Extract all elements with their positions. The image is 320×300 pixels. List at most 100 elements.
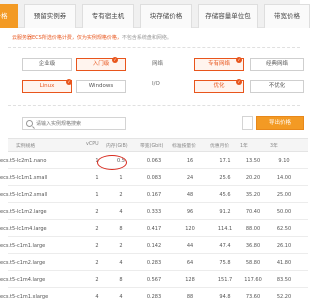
cell-vcpu: 4 (95, 294, 99, 300)
tab-block-storage[interactable]: 块存储价格 (140, 4, 192, 28)
filter-io-unoptimized-button[interactable]: 不优化 (250, 80, 304, 93)
cell-instance-type: ecs.t5-c1m1.xlarge (0, 294, 49, 300)
cell-standard-price: 48 (186, 192, 194, 198)
selected-check-icon: ✓ (236, 57, 242, 63)
cell-bandwidth: 0.333 (146, 209, 162, 215)
cell-bandwidth: 0.417 (146, 226, 162, 232)
cell-standard-price: 24 (186, 175, 194, 181)
header-3-year[interactable]: 3年 (270, 142, 278, 149)
instance-search-input[interactable] (36, 119, 124, 128)
cell-memory: 4 (119, 260, 123, 266)
table-row[interactable]: ecs.t5-c1m1.xlarge 4 4 0.283 88 94.8 73.60 52.2… (0, 289, 308, 300)
cell-bandwidth: 0.142 (146, 243, 162, 249)
cell-1-year: 36.80 (245, 243, 261, 249)
cell-3-year: 41.80 (276, 260, 292, 266)
header-1-year[interactable]: 1年 (240, 142, 248, 149)
cell-bandwidth: 0.283 (146, 260, 162, 266)
header-standard-price[interactable]: 标准按量价 (172, 142, 196, 149)
cell-3-year: 50.00 (276, 209, 292, 215)
table-row[interactable]: ecs.t5-lc1m4.large 2 8 0.417 120 114.1 88.00 62… (0, 221, 308, 237)
header-memory[interactable]: 内存(GiB) (106, 142, 128, 149)
cell-3-year: 9.10 (278, 158, 290, 164)
cell-discount-price: 91.2 (219, 209, 231, 215)
cell-bandwidth: 0.167 (146, 192, 162, 198)
cell-standard-price: 16 (186, 158, 194, 164)
cell-vcpu: 2 (95, 226, 99, 232)
tab-reserved-instance[interactable]: 预留实例券 (24, 4, 76, 28)
cell-discount-price: 17.1 (219, 158, 231, 164)
cell-discount-price: 45.6 (219, 192, 231, 198)
filter-enterprise-button[interactable]: 企业级 (22, 58, 72, 71)
cell-vcpu: 1 (95, 192, 99, 198)
tab-dedicated-host[interactable]: 专有宿主机 (82, 4, 134, 28)
divider (8, 105, 300, 106)
cell-instance-type: ecs.t5-c1m1.large (0, 243, 46, 249)
filter-classic-network-button[interactable]: 经典网络 (250, 58, 304, 71)
cell-bandwidth: 0.063 (146, 158, 162, 164)
cell-memory: 8 (119, 277, 123, 283)
cell-instance-type: ecs.t5-lc2m1.nano (0, 158, 47, 164)
pricing-notice: 云服务器ECS所选价格计费，仅为实例规格价格，不包含系统盘和网络。 (12, 34, 172, 42)
table-header: 实例规格 vCPU 内存(GiB) 带宽(Gbit) 标准按量价 优惠月价 1年… (8, 138, 308, 152)
cell-discount-price: 75.8 (219, 260, 231, 266)
header-instance-type[interactable]: 实例规格 (16, 142, 35, 149)
tab-price[interactable]: 价格 (0, 4, 18, 28)
cell-discount-price: 47.4 (219, 243, 231, 249)
header-bandwidth[interactable]: 带宽(Gbit) (140, 142, 163, 149)
header-vcpu[interactable]: vCPU (86, 142, 99, 147)
divider (8, 47, 300, 48)
settings-button[interactable] (242, 116, 253, 130)
cell-instance-type: ecs.t5-lc1m2.large (0, 209, 47, 215)
cell-memory: 4 (119, 294, 123, 300)
cell-3-year: 26.10 (276, 243, 292, 249)
tab-storage-capacity[interactable]: 存储容量单位包 (198, 4, 258, 28)
table-row[interactable]: ecs.t5-c1m1.large 2 2 0.142 44 47.4 36.80 26.10 (0, 238, 308, 254)
cell-3-year: 52.20 (276, 294, 292, 300)
cell-vcpu: 2 (95, 260, 99, 266)
table-row[interactable]: ecs.t5-lc2m1.nano 1 0.5 0.063 16 17.1 13.50 9.1… (0, 153, 308, 169)
cell-standard-price: 96 (186, 209, 194, 215)
filter-entry-level-button[interactable]: 入门级 (76, 58, 126, 71)
cell-instance-type: ecs.t5-lc1m4.large (0, 226, 47, 232)
selected-check-icon: ✓ (112, 57, 118, 63)
selected-check-icon: ✓ (236, 79, 242, 85)
cell-vcpu: 2 (95, 277, 99, 283)
cell-standard-price: 128 (185, 277, 195, 283)
cell-1-year: 117.60 (244, 277, 262, 283)
table-row[interactable]: ecs.t5-lc1m2.small 1 2 0.167 48 45.6 35.20 25.0… (0, 187, 308, 203)
tab-bandwidth[interactable]: 带宽价格 (264, 4, 310, 28)
cell-3-year: 25.00 (276, 192, 292, 198)
notice-part-2: 所选价格计费，仅为实例规格价格， (41, 35, 122, 41)
cell-standard-price: 88 (186, 294, 194, 300)
cell-standard-price: 120 (185, 226, 195, 232)
cell-3-year: 14.00 (276, 175, 292, 181)
cell-vcpu: 2 (95, 243, 99, 249)
cell-memory: 1 (119, 175, 123, 181)
filter-windows-button[interactable]: Windows (76, 80, 126, 93)
cell-1-year: 70.40 (245, 209, 261, 215)
table-row[interactable]: ecs.t5-c1m2.large 2 4 0.283 64 75.8 58.80 41.80 (0, 255, 308, 271)
cell-discount-price: 25.6 (219, 175, 231, 181)
cell-1-year: 35.20 (245, 192, 261, 198)
cell-memory: 2 (119, 192, 123, 198)
pricing-tabs: 价格 预留实例券 专有宿主机 块存储价格 存储容量单位包 带宽价格 (0, 0, 310, 28)
search-icon (26, 120, 33, 127)
cell-instance-type: ecs.t5-lc1m1.small (0, 175, 48, 181)
cell-memory: 2 (119, 243, 123, 249)
cell-3-year: 62.50 (276, 226, 292, 232)
cell-instance-type: ecs.t5-c1m2.large (0, 260, 46, 266)
table-row[interactable]: ecs.t5-c1m4.large 2 8 0.567 128 151.7 117.60 83… (0, 272, 308, 288)
header-discount-price[interactable]: 优惠月价 (210, 142, 229, 149)
cell-bandwidth: 0.567 (146, 277, 162, 283)
filter-linux-button[interactable]: Linux (22, 80, 72, 93)
cell-1-year: 88.00 (245, 226, 261, 232)
export-price-button[interactable]: 导出价格 (256, 116, 304, 130)
cell-1-year: 73.60 (245, 294, 261, 300)
table-row[interactable]: ecs.t5-lc1m1.small 1 1 0.083 24 25.6 20.20 14.0… (0, 170, 308, 186)
table-row[interactable]: ecs.t5-lc1m2.large 2 4 0.333 96 91.2 70.40 50.0… (0, 204, 308, 220)
instance-search-box[interactable] (22, 117, 126, 130)
cell-bandwidth: 0.083 (146, 175, 162, 181)
highlight-circle-annotation (97, 155, 127, 170)
cell-1-year: 20.20 (245, 175, 261, 181)
cell-vcpu: 1 (95, 175, 99, 181)
